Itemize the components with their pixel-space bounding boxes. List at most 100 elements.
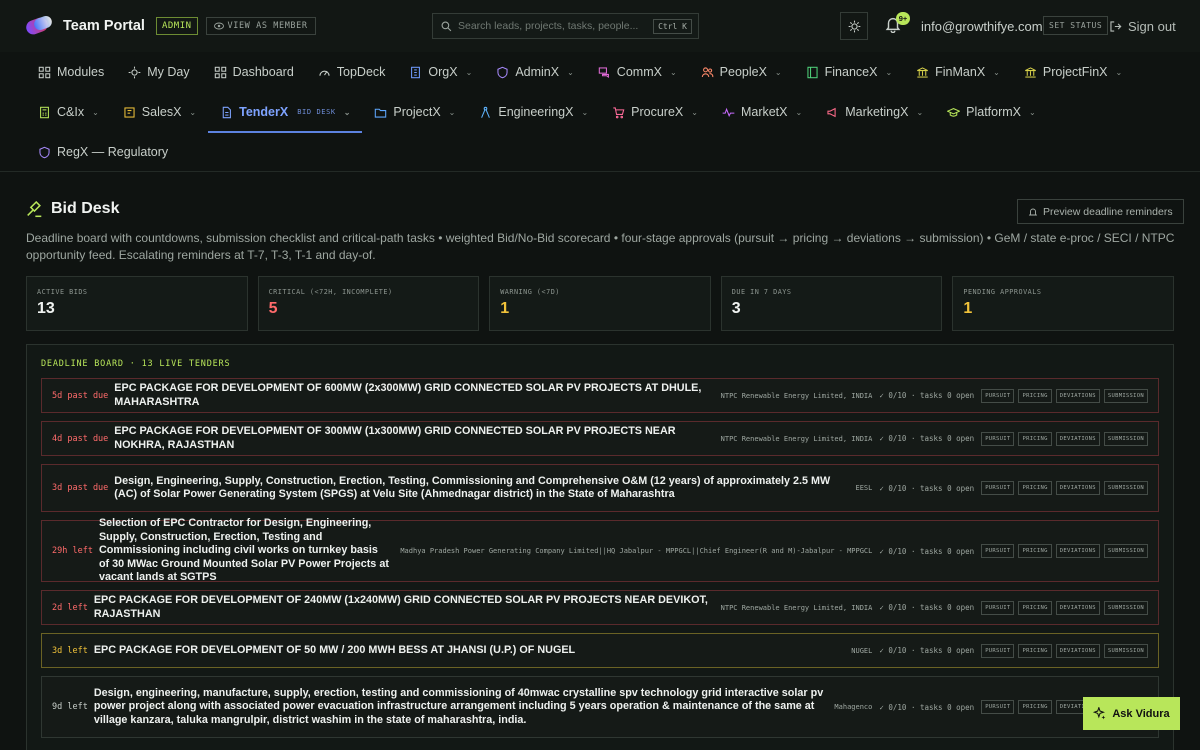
stat-value: 1: [963, 300, 973, 317]
tender-countdown: 4d past due: [52, 433, 109, 444]
nav-item-c-ix[interactable]: C&Ix ⌄: [26, 92, 111, 132]
ask-vidura-button[interactable]: Ask Vidura: [1083, 697, 1180, 730]
stat-card: CRITICAL (<72H, INCOMPLETE) 5: [257, 276, 480, 331]
stage-chip[interactable]: PRICING: [1018, 643, 1052, 658]
brand-name[interactable]: Team Portal: [63, 18, 145, 34]
stat-label: PENDING APPROVALS: [963, 288, 1042, 296]
stage-chip[interactable]: SUBMISSION: [1103, 481, 1148, 495]
nav-item-procurex[interactable]: ProcureX ⌄: [600, 92, 710, 132]
nav-item-regx-regulatory[interactable]: RegX — Regulatory: [26, 132, 180, 172]
user-email[interactable]: info@growthifye.com: [921, 19, 1043, 34]
nav-item-my-day[interactable]: My Day: [116, 52, 201, 92]
stage-chip[interactable]: SUBMISSION: [1103, 431, 1148, 446]
tender-row[interactable]: 9d left Design, engineering, manufacture,…: [41, 676, 1159, 738]
notification-count-badge: 9+: [896, 12, 910, 25]
nav-item-marketx[interactable]: MarketX ⌄: [710, 92, 814, 132]
stage-chip[interactable]: DEVIATIONS: [1055, 481, 1100, 495]
nav-item-label: C&Ix: [57, 105, 85, 119]
tender-row[interactable]: 2d left EPC PACKAGE FOR DEVELOPMENT OF 24…: [41, 590, 1159, 625]
stage-chip[interactable]: DEVIATIONS: [1055, 544, 1100, 558]
stage-chip[interactable]: PRICING: [1018, 600, 1052, 615]
stage-chip[interactable]: PURSUIT: [981, 700, 1015, 714]
bank-icon: [1024, 66, 1037, 79]
tender-row[interactable]: 4d past due EPC PACKAGE FOR DEVELOPMENT O…: [41, 421, 1159, 456]
stage-chip[interactable]: DEVIATIONS: [1055, 643, 1100, 658]
tender-row[interactable]: 3d left EPC PACKAGE FOR DEVELOPMENT OF 50…: [41, 633, 1159, 668]
tender-title[interactable]: Design, Engineering, Supply, Constructio…: [114, 475, 845, 502]
stage-chip[interactable]: PURSUIT: [981, 643, 1015, 658]
stage-chip[interactable]: PRICING: [1018, 431, 1052, 446]
tender-organization: NTPC Renewable Energy Limited, INDIA: [720, 434, 873, 443]
set-status-button[interactable]: SET STATUS: [1043, 16, 1109, 35]
nav-item-projectfinx[interactable]: ProjectFinX ⌄: [1012, 52, 1134, 92]
stage-chip[interactable]: SUBMISSION: [1103, 544, 1148, 558]
search-input[interactable]: [458, 20, 654, 32]
tender-title[interactable]: EPC PACKAGE FOR DEVELOPMENT OF 300MW (1x…: [114, 425, 710, 452]
preview-deadline-reminders-button[interactable]: Preview deadline reminders: [1017, 199, 1184, 224]
nav-item-platformx[interactable]: PlatformX ⌄: [935, 92, 1048, 132]
tender-row[interactable]: 3d past due Design, Engineering, Supply, …: [41, 464, 1159, 512]
nav-item-adminx[interactable]: AdminX ⌄: [484, 52, 585, 92]
theme-toggle-button[interactable]: [840, 12, 868, 40]
chevron-down-icon: ⌄: [669, 67, 677, 77]
nav-item-engineeringx[interactable]: EngineeringX ⌄: [467, 92, 600, 132]
brand-logo-icon[interactable]: [24, 14, 54, 37]
tender-organization: Mahagenco: [834, 703, 873, 711]
stage-chip[interactable]: PRICING: [1018, 481, 1052, 495]
stage-chip[interactable]: PURSUIT: [981, 600, 1015, 615]
tender-countdown: 9d left: [52, 702, 88, 712]
tender-row[interactable]: 5d past due EPC PACKAGE FOR DEVELOPMENT O…: [41, 378, 1159, 413]
stage-chip[interactable]: PRICING: [1018, 544, 1052, 558]
nav-item-topdeck[interactable]: TopDeck: [306, 52, 398, 92]
nav-item-label: EngineeringX: [498, 105, 574, 119]
chevron-down-icon: ⌄: [465, 67, 473, 77]
nav-item-financex[interactable]: FinanceX ⌄: [794, 52, 905, 92]
approval-stages: PURSUITPRICINGDEVIATIONSSUBMISSION: [981, 388, 1148, 403]
stage-chip[interactable]: PURSUIT: [981, 431, 1015, 446]
nav-item-finmanx[interactable]: FinManX ⌄: [904, 52, 1012, 92]
page-description: Deadline board with countdowns, submissi…: [26, 231, 1175, 262]
stage-chip[interactable]: PURSUIT: [981, 388, 1015, 403]
stage-chip[interactable]: PRICING: [1018, 700, 1052, 714]
tender-title[interactable]: EPC PACKAGE FOR DEVELOPMENT OF 240MW (1x…: [94, 594, 711, 621]
tender-organization: NTPC Renewable Energy Limited, INDIA: [720, 391, 873, 400]
stage-chip[interactable]: PURSUIT: [981, 544, 1015, 558]
eye-icon: [213, 22, 224, 30]
stage-chip[interactable]: DEVIATIONS: [1055, 431, 1100, 446]
stage-chip[interactable]: DEVIATIONS: [1055, 600, 1100, 615]
tender-title[interactable]: Selection of EPC Contractor for Design, …: [99, 517, 390, 585]
chevron-down-icon: ⌄: [1115, 67, 1123, 77]
search-box[interactable]: Ctrl K: [432, 13, 699, 39]
stage-chip[interactable]: SUBMISSION: [1103, 643, 1148, 658]
nav-item-projectx[interactable]: ProjectX ⌄: [362, 92, 467, 132]
deadline-board: DEADLINE BOARD · 13 LIVE TENDERS 5d past…: [26, 344, 1174, 750]
stage-chip[interactable]: PURSUIT: [981, 481, 1015, 495]
nav-item-salesx[interactable]: SalesX ⌄: [111, 92, 208, 132]
tender-row[interactable]: 29h left Selection of EPC Contractor for …: [41, 517, 1159, 585]
nav-item-modules[interactable]: Modules: [26, 52, 116, 92]
ledger-icon: [806, 66, 819, 79]
stage-chip[interactable]: PRICING: [1018, 388, 1052, 403]
tender-title[interactable]: Design, engineering, manufacture, supply…: [94, 687, 825, 728]
tender-title[interactable]: EPC PACKAGE FOR DEVELOPMENT OF 600MW (2x…: [114, 382, 710, 409]
stage-chip[interactable]: SUBMISSION: [1103, 600, 1148, 615]
tender-title[interactable]: EPC PACKAGE FOR DEVELOPMENT OF 50 MW / 2…: [94, 644, 841, 658]
stage-chip[interactable]: DEVIATIONS: [1055, 388, 1100, 403]
nav-item-tenderx[interactable]: TenderX BID DESK ⌄: [208, 92, 363, 133]
approval-stages: PURSUITPRICINGDEVIATIONSSUBMISSION: [981, 600, 1148, 615]
nav-item-marketingx[interactable]: MarketingX ⌄: [814, 92, 935, 132]
top-bar: Team Portal ADMIN VIEW AS MEMBER Ctrl K …: [0, 0, 1200, 52]
sign-out-button[interactable]: Sign out: [1109, 19, 1176, 34]
nav-item-orgx[interactable]: OrgX ⌄: [397, 52, 484, 92]
view-as-member-button[interactable]: VIEW AS MEMBER: [205, 17, 316, 35]
nav-item-dashboard[interactable]: Dashboard: [202, 52, 306, 92]
nav-item-label: TopDeck: [336, 65, 386, 79]
stat-card: DUE IN 7 DAYS 3: [720, 276, 943, 331]
view-as-member-label: VIEW AS MEMBER: [227, 21, 308, 31]
stage-chip[interactable]: SUBMISSION: [1103, 388, 1148, 403]
nav-item-label: Modules: [57, 65, 105, 79]
nav-item-peoplex[interactable]: PeopleX ⌄: [689, 52, 794, 92]
tender-checklist-status: ✓ 0/10 · tasks 0 open: [879, 483, 975, 493]
nav-item-commx[interactable]: CommX ⌄: [586, 52, 689, 92]
stat-value: 3: [731, 300, 741, 317]
